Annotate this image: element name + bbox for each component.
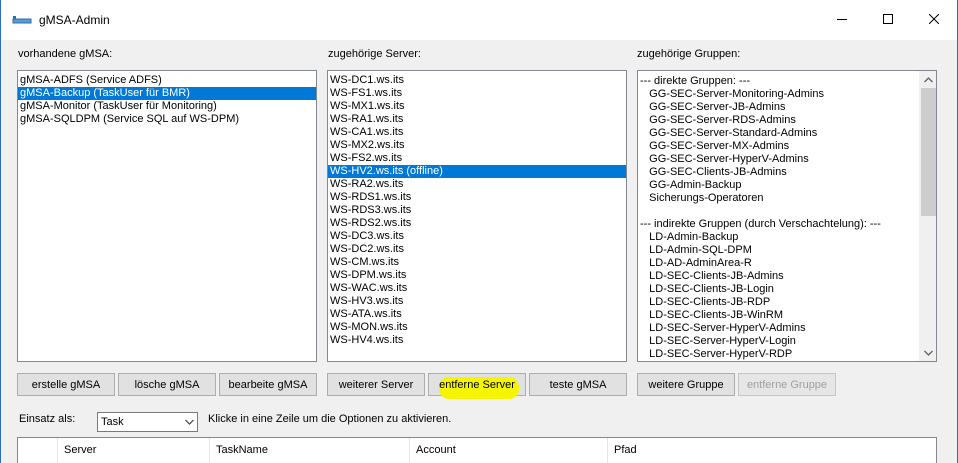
add-group-button[interactable]: weitere Gruppe [637,373,735,396]
group-list-item[interactable]: --- indirekte Gruppen (durch Verschachte… [638,218,918,231]
group-list-item[interactable]: LD-SEC-Clients-JB-Admins [638,270,918,283]
title-bar[interactable]: gMSA-Admin [1,0,957,40]
group-list-item[interactable]: GG-SEC-Server-RDS-Admins [638,114,918,127]
task-grid[interactable]: Server TaskName Account Pfad [17,437,937,463]
maximize-button[interactable] [865,0,911,40]
group-list-item[interactable] [638,205,918,218]
app-icon [12,14,32,26]
column-header[interactable]: Pfad [608,438,936,463]
group-list-label: zugehörige Gruppen: [637,48,741,60]
edit-gmsa-button[interactable]: bearbeite gMSA [219,373,317,396]
minimize-button[interactable] [819,0,865,40]
add-server-button[interactable]: weiterer Server [327,373,425,396]
group-list-item[interactable]: LD-SEC-Server-HyperV-Login [638,335,918,348]
group-list-item[interactable]: LD-SEC-Clients-JB-RDP [638,296,918,309]
server-list-item[interactable]: WS-MX2.ws.its [328,139,626,152]
einsatz-label: Einsatz als: [19,413,76,425]
hint-text: Klicke in eine Zeile um die Optionen zu … [208,413,452,425]
create-gmsa-button[interactable]: erstelle gMSA [17,373,115,396]
group-list-item[interactable]: GG-SEC-Server-Standard-Admins [638,127,918,140]
chevron-down-icon [924,347,933,359]
server-list-item[interactable]: WS-RDS3.ws.its [328,204,626,217]
close-button[interactable] [911,0,957,40]
column-header[interactable]: Server [58,438,210,463]
server-list-item[interactable]: WS-DC1.ws.its [328,74,626,87]
group-list-scrollbar[interactable] [919,71,936,361]
remove-server-label: entferne Server [439,378,515,391]
gmsa-listbox[interactable]: gMSA-ADFS (Service ADFS) gMSA-Backup (Tas… [17,70,317,362]
einsatz-select-value: Task [101,416,124,428]
column-header[interactable]: TaskName [210,438,410,463]
group-list-item[interactable]: GG-SEC-Server-MX-Admins [638,140,918,153]
server-list-item[interactable]: WS-ATA.ws.its [328,308,626,321]
group-list-item[interactable]: GG-Admin-Backup [638,179,918,192]
group-list-item[interactable]: GG-SEC-Clients-JB-Admins [638,166,918,179]
group-listbox[interactable]: --- direkte Gruppen: --- GG-SEC-Server-M… [637,70,937,362]
column-header[interactable]: Account [410,438,608,463]
scroll-up-button[interactable] [920,71,936,88]
grid-header: Server TaskName Account Pfad [18,438,936,463]
main-window: gMSA-Admin vorhandene gMSA: zugehörige S… [0,0,958,463]
server-list-item[interactable]: WS-MON.ws.its [328,321,626,334]
server-list-item[interactable]: WS-WAC.ws.its [328,282,626,295]
delete-gmsa-button[interactable]: lösche gMSA [118,373,216,396]
group-list-item[interactable]: LD-Admin-SQL-DPM [638,244,918,257]
group-list-item[interactable]: LD-SEC-Clients-JB-Login [638,283,918,296]
gmsa-list-label: vorhandene gMSA: [18,48,113,60]
group-list-item[interactable]: LD-AD-AdminArea-R [638,257,918,270]
server-list-item[interactable]: WS-DC3.ws.its [328,230,626,243]
einsatz-select[interactable]: Task [97,412,198,432]
group-list-item[interactable]: GG-SEC-Server-HyperV-Admins [638,153,918,166]
server-list-item[interactable]: WS-HV4.ws.its [328,334,626,347]
minimize-icon [837,14,847,27]
server-list-item[interactable]: WS-DC2.ws.its [328,243,626,256]
server-list-item[interactable]: WS-RA2.ws.its [328,178,626,191]
chevron-down-icon [183,416,195,428]
group-list-item[interactable]: --- direkte Gruppen: --- [638,75,918,88]
gmsa-list-item[interactable]: gMSA-ADFS (Service ADFS) [18,74,316,87]
server-list-item[interactable]: WS-CM.ws.its [328,256,626,269]
group-list-items: --- direkte Gruppen: --- GG-SEC-Server-M… [638,75,918,361]
gmsa-list-item[interactable]: gMSA-Backup (TaskUser für BMR) [18,87,316,100]
server-list-item[interactable]: WS-FS1.ws.its [328,87,626,100]
server-listbox[interactable]: WS-DC1.ws.its WS-FS1.ws.its WS-MX1.ws.its W… [327,70,627,362]
chevron-up-icon [924,74,933,86]
group-list-item[interactable]: LD-Admin-Backup [638,231,918,244]
group-list-item[interactable]: LD-SEC-Clients-JB-WinRM [638,309,918,322]
maximize-icon [883,13,893,27]
group-list-item[interactable]: Sicherungs-Operatoren [638,192,918,205]
group-list-item[interactable]: LD-SEC-Server-HyperV-Admins [638,322,918,335]
server-list-label: zugehörige Server: [328,48,421,60]
row-header-corner [18,438,58,463]
group-list-item[interactable]: LD-SEC-Server-HyperV-RDP [638,348,918,361]
remove-server-button[interactable]: entferne Server [428,373,526,399]
server-list-item[interactable]: WS-HV3.ws.its [328,295,626,308]
gmsa-list-item[interactable]: gMSA-Monitor (TaskUser für Monitoring) [18,100,316,113]
close-icon [928,13,940,27]
remove-group-button[interactable]: entferne Gruppe [738,373,836,396]
gmsa-list-item[interactable]: gMSA-SQLDPM (Service SQL auf WS-DPM) [18,113,316,126]
server-list-item[interactable]: WS-FS2.ws.its [328,152,626,165]
window-title: gMSA-Admin [39,13,110,27]
group-list-item[interactable]: GG-SEC-Server-Monitoring-Admins [638,88,918,101]
scroll-thumb[interactable] [921,88,936,216]
server-list-item[interactable]: WS-RDS2.ws.its [328,217,626,230]
scroll-down-button[interactable] [920,344,936,361]
server-list-item[interactable]: WS-HV2.ws.its (offline) [328,165,626,178]
server-list-item[interactable]: WS-DPM.ws.its [328,269,626,282]
server-list-item[interactable]: WS-CA1.ws.its [328,126,626,139]
server-list-item[interactable]: WS-MX1.ws.its [328,100,626,113]
group-list-item[interactable]: GG-SEC-Server-JB-Admins [638,101,918,114]
server-list-item[interactable]: WS-RDS1.ws.its [328,191,626,204]
test-gmsa-button[interactable]: teste gMSA [529,373,627,396]
server-list-item[interactable]: WS-RA1.ws.its [328,113,626,126]
